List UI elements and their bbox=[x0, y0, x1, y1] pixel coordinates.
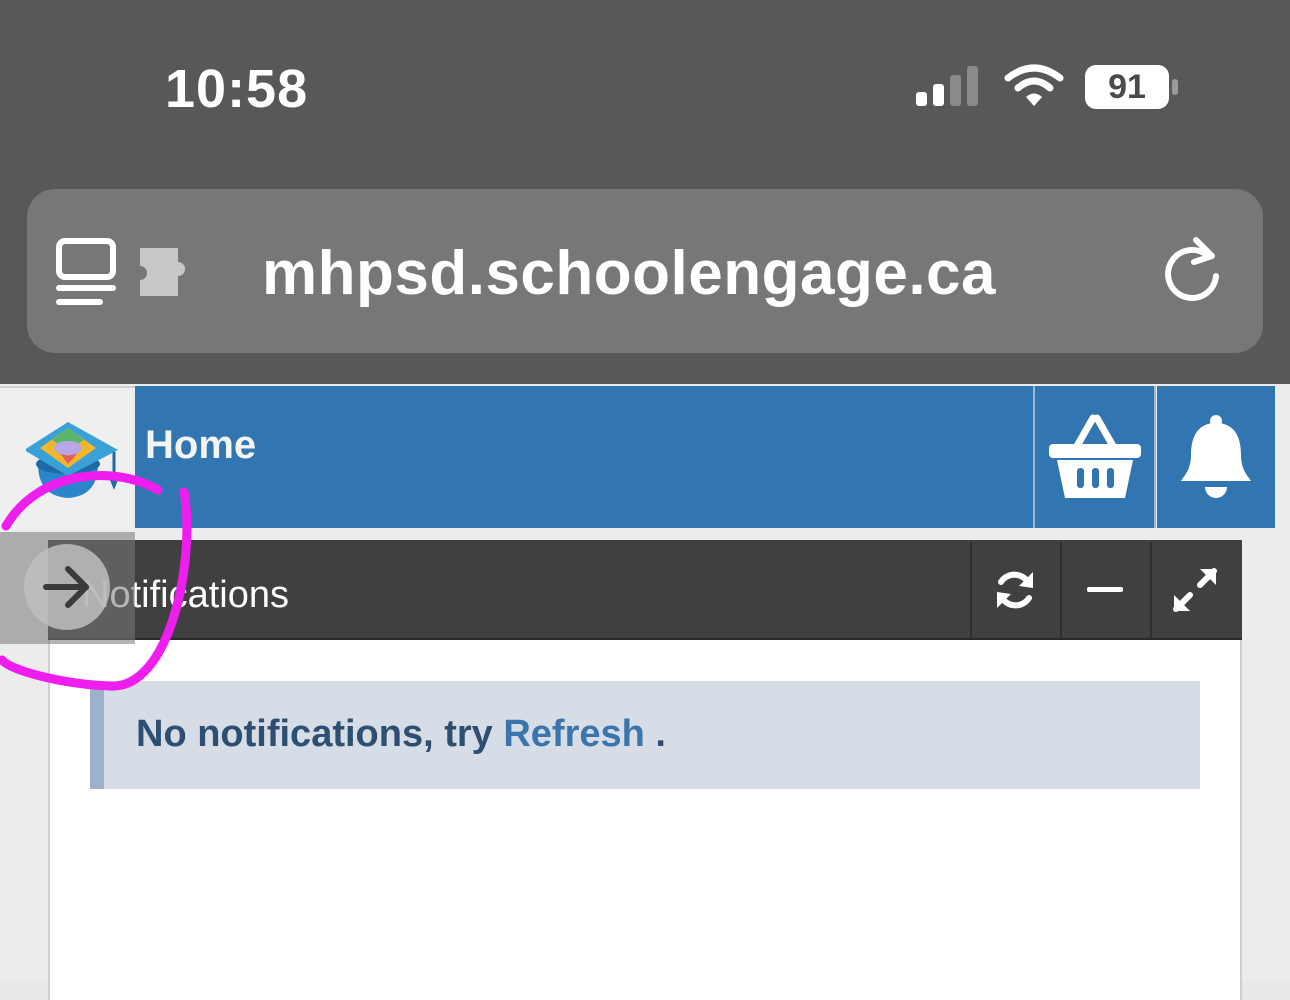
minus-icon bbox=[1087, 587, 1123, 592]
notifications-bell-button[interactable] bbox=[1157, 386, 1275, 528]
extension-puzzle-icon[interactable] bbox=[134, 244, 198, 300]
wifi-icon bbox=[1004, 64, 1064, 106]
refresh-link[interactable]: Refresh bbox=[503, 713, 645, 755]
widget-fullscreen-button[interactable] bbox=[1150, 542, 1238, 638]
school-engage-logo-icon[interactable] bbox=[26, 418, 126, 502]
status-time: 10:58 bbox=[165, 59, 309, 119]
bell-icon bbox=[1181, 415, 1251, 498]
expand-icon bbox=[1173, 568, 1217, 612]
widget-refresh-button[interactable] bbox=[970, 542, 1058, 638]
basket-icon bbox=[1048, 414, 1141, 498]
arrow-right-icon bbox=[43, 566, 89, 608]
alert-message: No notifications, try Refresh . bbox=[136, 713, 666, 756]
sidebar-expand-button[interactable] bbox=[24, 544, 110, 630]
shopping-basket-button[interactable] bbox=[1033, 386, 1156, 528]
top-navigation-bar bbox=[135, 386, 1033, 528]
page-title: Home bbox=[145, 423, 257, 467]
url-text[interactable]: mhpsd.schoolengage.ca bbox=[262, 238, 996, 309]
alert-message-suffix: . bbox=[655, 713, 666, 755]
reader-mode-icon[interactable] bbox=[56, 238, 118, 308]
widget-minimize-button[interactable] bbox=[1060, 542, 1148, 638]
cellular-signal-icon bbox=[916, 66, 978, 106]
reload-icon[interactable] bbox=[1160, 232, 1226, 304]
refresh-icon bbox=[997, 571, 1033, 609]
alert-message-text: No notifications, try bbox=[136, 713, 493, 755]
battery-level: 91 bbox=[1108, 68, 1146, 106]
